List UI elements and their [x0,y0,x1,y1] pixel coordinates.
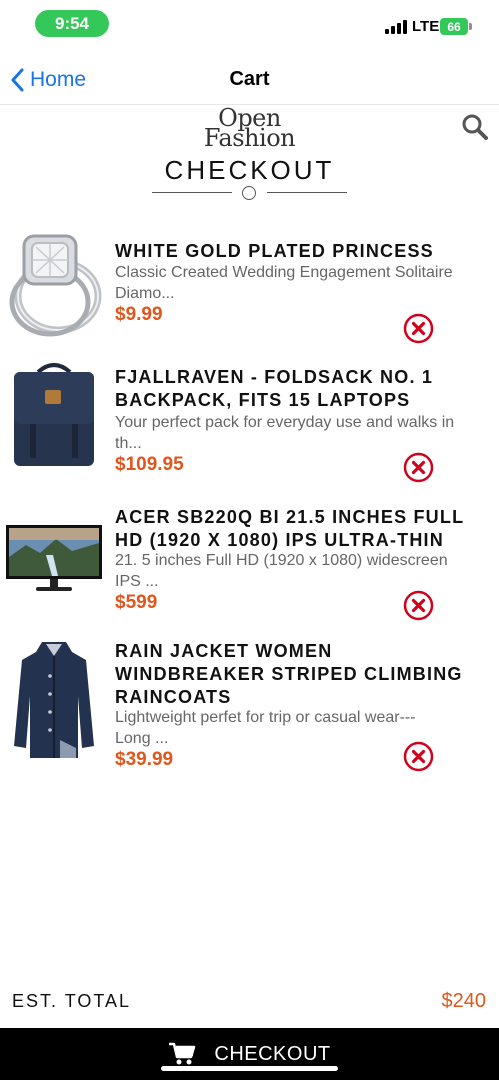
ring-image [9,234,102,337]
item-title: RAINCOATS [115,687,232,707]
search-icon [462,114,488,140]
cart-item: RAIN JACKET WOMEN WINDBREAKER STRIPED CL… [0,630,499,780]
backpack-image [14,363,94,466]
nav-title: Cart [229,68,270,90]
battery-tip [469,23,472,30]
item-description: Long ... [115,730,169,747]
brand-logo: Open Fashion [0,106,499,152]
home-indicator [161,1066,338,1071]
status-bar: 9:54 LTE 66 [0,0,499,50]
item-description: Diamo... [115,285,175,302]
monitor-image [6,525,102,591]
item-description: IPS ... [115,573,159,590]
item-price: $599 [115,592,158,613]
item-title: RAIN JACKET WOMEN [115,641,333,661]
cart-item: FJALLRAVEN - FOLDSACK NO. 1 BACKPACK, FI… [0,352,499,487]
item-title: WHITE GOLD PLATED PRINCESS [115,241,434,261]
remove-circle-icon [403,313,434,344]
item-price: $39.99 [115,749,174,770]
cart-item: WHITE GOLD PLATED PRINCESS Classic Creat… [0,222,499,347]
remove-item-button[interactable] [403,313,434,344]
checkout-button[interactable]: CHECKOUT [0,1028,499,1080]
remove-item-button[interactable] [403,590,434,621]
jacket-image [14,642,94,758]
remove-circle-icon [403,452,434,483]
item-title: FJALLRAVEN - FOLDSACK NO. 1 [115,367,434,387]
item-price: $9.99 [115,304,163,325]
item-title: ACER SB220Q BI 21.5 INCHES FULL [115,507,465,527]
item-description: Your perfect pack for everyday use and w… [115,414,455,431]
item-description: Classic Created Wedding Engagement Solit… [115,264,453,281]
item-title: HD (1920 X 1080) IPS ULTRA-THIN [115,530,444,550]
checkout-label: CHECKOUT [214,1042,331,1065]
network-type: LTE [412,18,440,35]
cart-icon [169,1042,196,1065]
search-button[interactable] [460,112,490,142]
item-description: 21. 5 inches Full HD (1920 x 1080) wides… [115,552,448,569]
logo-line-2: Fashion [203,124,296,152]
page-heading: CHECKOUT [164,155,335,185]
item-description: Lightweight perfet for trip or casual we… [115,709,416,726]
item-description: th... [115,435,142,452]
signal-icon [385,20,407,34]
total-value: $240 [441,990,487,1012]
remove-circle-icon [403,590,434,621]
remove-circle-icon [403,741,434,772]
remove-item-button[interactable] [403,452,434,483]
item-title: WINDBREAKER STRIPED CLIMBING [115,664,463,684]
cart-item: ACER SB220Q BI 21.5 INCHES FULL HD (1920… [0,492,499,622]
nav-bar: Home Cart [0,55,499,105]
item-price: $109.95 [115,454,184,475]
battery-level: 66 [447,19,461,34]
total-label: EST. TOTAL [12,991,132,1011]
item-title: BACKPACK, FITS 15 LAPTOPS [115,390,411,410]
total-row: EST. TOTAL $240 [0,988,499,1018]
status-time: 9:54 [35,10,109,37]
heading-divider [152,186,347,200]
remove-item-button[interactable] [403,741,434,772]
battery-icon: 66 [440,18,468,35]
